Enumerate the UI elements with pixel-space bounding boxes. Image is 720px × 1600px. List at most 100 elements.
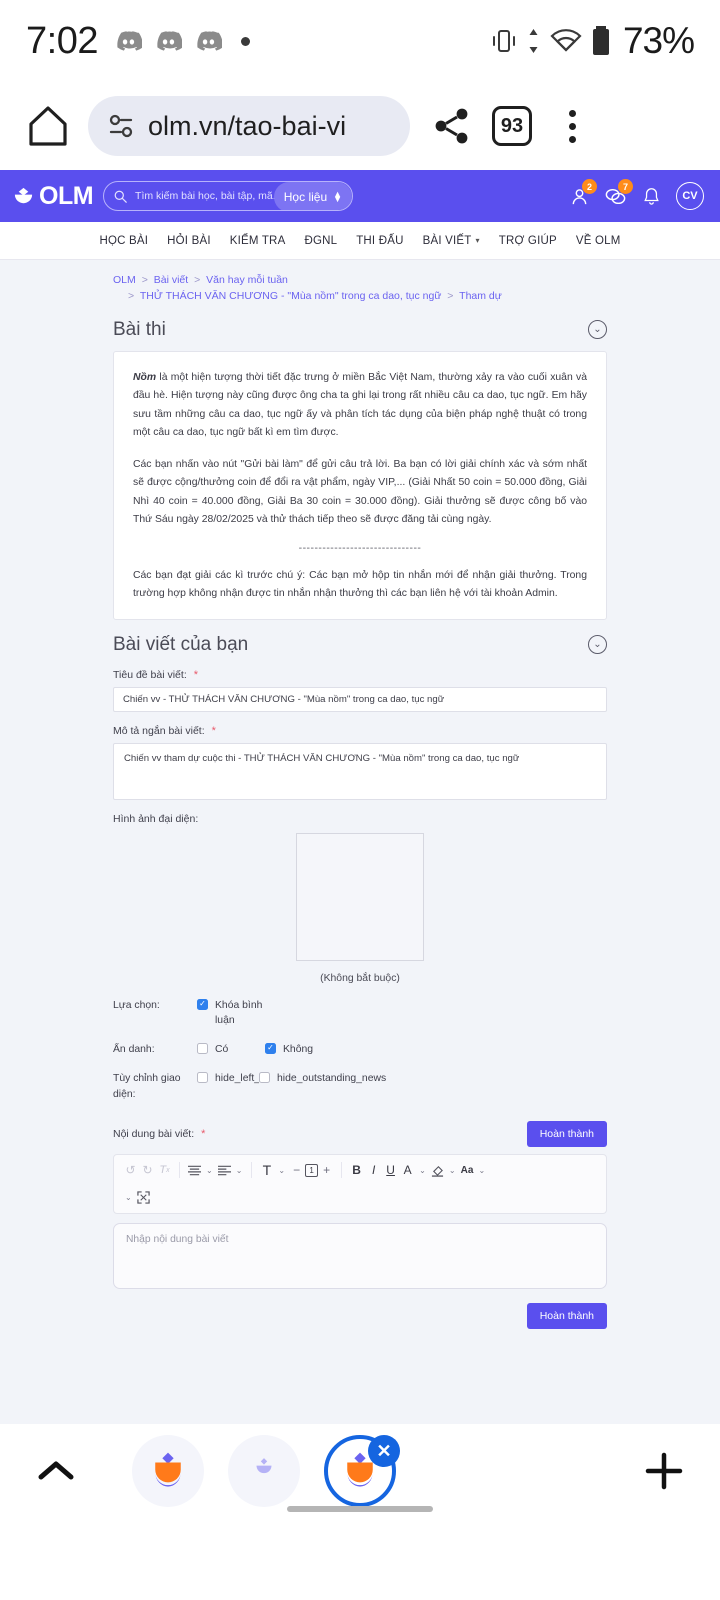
title-input[interactable]: Chiến vv - THỬ THÁCH VĂN CHƯƠNG - "Mùa n… [113,686,607,712]
bold-icon[interactable]: B [348,1161,365,1180]
required-marker: * [211,724,216,737]
olm-app-muted-icon[interactable] [228,1435,300,1507]
lock-comment-checkbox[interactable]: ✓ [197,998,208,1010]
nav-item-ve-olm[interactable]: VỀ OLM [576,235,621,247]
anonymous-yes-label: Có [215,1043,229,1055]
anonymous-yes-group[interactable]: Có [197,1042,265,1057]
nav-item-tro-giup[interactable]: TRỢ GIÚP [499,235,557,247]
close-icon[interactable]: ✕ [368,1435,400,1467]
clear-format-icon[interactable]: Tx [156,1161,173,1180]
nav-item-kiem-tra[interactable]: KIỂM TRA [230,235,286,247]
breadcrumb-item-challenge[interactable]: THỬ THÁCH VĂN CHƯƠNG - "Mùa nồm" trong c… [140,290,441,302]
chevron-down-icon[interactable]: ⌄ [275,1166,288,1175]
redo-icon[interactable]: ↻ [139,1161,156,1180]
image-upload-placeholder[interactable] [296,832,424,961]
required-marker: * [193,668,199,681]
line-number-box[interactable]: 1 [305,1163,319,1177]
search-scope-label: Học liệu [283,190,328,204]
lock-comment-checkbox-group[interactable]: ✓ Khóa bình luận [197,998,271,1028]
anonymous-yes-checkbox[interactable] [197,1042,208,1054]
font-family-icon[interactable]: Aa [459,1161,476,1180]
chevron-down-icon[interactable]: ⌄ [203,1166,216,1175]
breadcrumb-separator: > [194,274,201,286]
chevron-down-icon[interactable]: ⌄ [446,1166,459,1175]
chevron-down-icon: ▾ [475,236,480,245]
home-button[interactable] [24,102,72,150]
nav-item-hoc-bai[interactable]: HỌC BÀI [99,235,148,247]
url-bar[interactable]: olm.vn/tao-bai-vi [88,96,410,156]
exam-paragraph-2: Các bạn nhấn vào nút "Gửi bài làm" để gử… [133,458,587,526]
hide-left-checkbox[interactable] [197,1072,208,1084]
anonymous-no-label: Không [283,1043,314,1055]
hide-outstanding-checkbox[interactable] [259,1072,270,1084]
content-field-label: Nội dung bài viết: * [113,1128,205,1140]
notifications-button[interactable] [640,185,662,207]
exam-paragraph-1-text: là một hiện tượng thời tiết đặc trưng ở … [133,371,587,439]
more-options-icon[interactable]: ⌄ [122,1193,135,1202]
nav-item-hoi-bai[interactable]: HỎI BÀI [167,235,211,247]
avatar[interactable]: CV [676,182,704,210]
font-size-icon[interactable]: T [258,1161,275,1180]
breadcrumb: OLM > Bài viết > Văn hay mỗi tuần > THỬ … [0,260,720,305]
content-wrapper: Bài thi ⌄ Nồm là một hiện tượng thời tiế… [0,305,720,1329]
decrease-indent-icon[interactable]: − [288,1161,305,1180]
android-nav-bar: ✕ [0,1424,720,1518]
highlight-color-icon[interactable] [429,1161,446,1180]
status-system-icons: 73% [491,20,695,62]
anonymous-no-checkbox[interactable]: ✓ [265,1042,276,1054]
exam-keyword: Nồm [133,371,157,383]
collapse-exam-button[interactable]: ⌄ [588,320,607,340]
hide-left-group[interactable]: hide_left_b [197,1071,259,1086]
italic-icon[interactable]: I [365,1161,382,1180]
submit-top-button[interactable]: Hoàn thành [526,1120,607,1147]
align-left-icon[interactable] [216,1161,233,1180]
breadcrumb-item-olm[interactable]: OLM [113,274,136,286]
description-field-label: Mô tả ngắn bài viết: * [113,725,607,737]
nav-item-bai-viet[interactable]: BÀI VIẾT ▾ [423,235,480,247]
increase-indent-icon[interactable]: + [318,1161,335,1180]
description-input[interactable]: Chiến vv tham dự cuộc thi - THỬ THÁCH VĂ… [113,742,607,800]
data-transfer-icon [529,29,538,53]
search-scope-selector[interactable]: Học liệu ▲ ▼ [273,182,353,210]
submit-bottom-button[interactable]: Hoàn thành [526,1302,607,1329]
home-indicator [287,1506,433,1512]
image-upload-wrapper: (Không bắt buộc) [113,832,607,984]
chevron-down-icon[interactable]: ⌄ [416,1166,429,1175]
chevron-down-icon[interactable]: ⌄ [476,1166,489,1175]
overflow-menu-button[interactable] [546,100,598,152]
messages-button[interactable]: 7 [604,179,633,207]
fullscreen-icon[interactable] [135,1188,152,1207]
breadcrumb-item-bai-viet[interactable]: Bài viết [154,274,188,286]
olm-app-active-icon[interactable]: ✕ [324,1435,400,1507]
options-choices: ✓ Khóa bình luận [197,998,271,1028]
image-optional-note: (Không bắt buộc) [320,972,400,984]
expand-up-button[interactable] [28,1458,84,1484]
nav-item-dgnl[interactable]: ĐGNL [304,235,337,247]
vibrate-icon [492,30,515,52]
anonymous-no-group[interactable]: ✓ Không [265,1042,313,1057]
content-field-label-text: Nội dung bài viết: [113,1127,195,1140]
chevron-down-icon[interactable]: ⌄ [233,1166,246,1175]
collapse-form-button[interactable]: ⌄ [588,635,607,655]
content-editor[interactable]: Nhập nội dung bài viết [113,1222,607,1289]
olm-icon [155,1452,181,1487]
olm-logo[interactable]: OLM [12,182,94,211]
undo-icon[interactable]: ↺ [122,1161,139,1180]
tab-switcher-button[interactable]: 93 [486,100,538,152]
breadcrumb-item-van-hay[interactable]: Văn hay mỗi tuần [206,274,288,286]
add-tab-button[interactable] [636,1449,692,1493]
hide-outstanding-group[interactable]: hide_outstanding_news [259,1071,386,1086]
breadcrumb-item-tham-du[interactable]: Tham dự [459,290,502,302]
friends-button[interactable]: 2 [568,179,597,207]
breadcrumb-line-2: > THỬ THÁCH VĂN CHƯƠNG - "Mùa nồm" trong… [113,288,720,304]
align-center-icon[interactable] [186,1161,203,1180]
site-header: OLM Tìm kiếm bài học, bài tập, mã... Học… [0,170,720,222]
share-button[interactable] [426,100,478,152]
text-color-icon[interactable]: A [399,1161,416,1180]
nav-item-thi-dau[interactable]: THI ĐẤU [356,235,403,247]
olm-app-icon[interactable] [132,1435,204,1507]
search-bar[interactable]: Tìm kiếm bài học, bài tập, mã... Học liệ… [103,181,354,211]
exam-divider: ------------------------------- [298,542,422,554]
title-field-label: Tiêu đề bài viết: * [113,669,607,681]
underline-icon[interactable]: U [382,1161,399,1180]
